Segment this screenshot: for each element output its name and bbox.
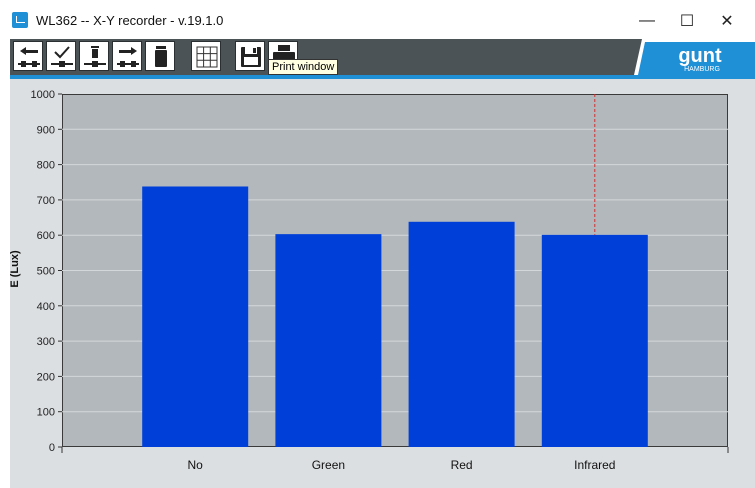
x-tick-label: Red <box>451 458 473 472</box>
y-tick-label: 500 <box>37 266 55 278</box>
y-tick-label: 800 <box>37 160 55 172</box>
y-tick-label: 100 <box>37 407 55 419</box>
y-tick-label: 200 <box>37 371 55 383</box>
x-tick-label: Green <box>312 458 345 472</box>
x-tick-label: No <box>188 458 204 472</box>
y-tick-label: 1000 <box>31 89 55 101</box>
bar-chart: 0 100 200 300 400 500 600 700 800 900 1000 No Green R… <box>31 89 729 472</box>
bar-no <box>142 186 249 447</box>
bar-green <box>275 234 382 447</box>
y-tick-label: 400 <box>37 301 55 313</box>
y-tick-label: 700 <box>37 195 55 207</box>
y-tick-label: 900 <box>37 124 55 136</box>
bar-infrared <box>541 234 648 447</box>
y-tick-label: 600 <box>37 230 55 242</box>
y-tick-label: 300 <box>37 336 55 348</box>
y-tick-label: 0 <box>49 442 55 454</box>
bar-red <box>408 221 515 447</box>
x-tick-label: Infrared <box>574 458 615 472</box>
